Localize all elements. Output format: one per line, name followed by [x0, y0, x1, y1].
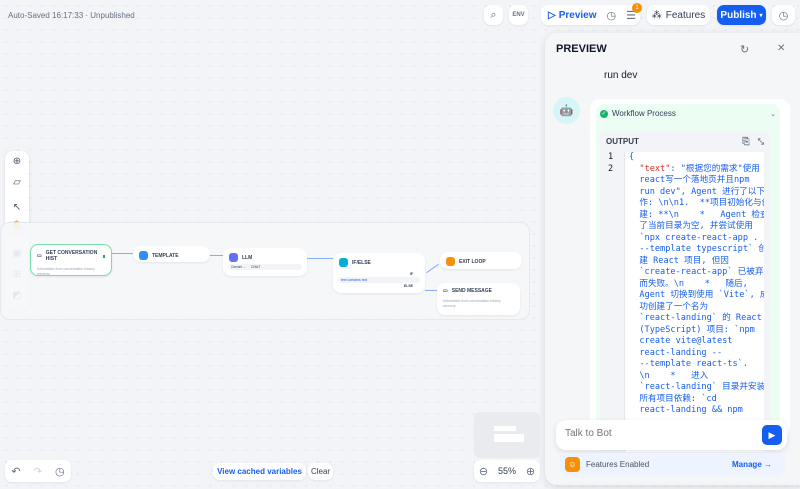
code-line: react写一个落地页并且npm — [629, 175, 750, 185]
zoom-out-icon[interactable]: ⊖ — [479, 465, 488, 478]
code-line: --template react-ts`. — [629, 359, 748, 369]
node-template[interactable]: TEMPLATE — [133, 246, 210, 262]
code-line: 了当前目录为空, 并尝试使用 — [629, 221, 753, 231]
code-line: \n * 进入 — [629, 370, 709, 381]
code-line: `react-landing` 的 React — [629, 313, 762, 323]
code-line: 而失败。\n * 随后, — [629, 278, 748, 289]
code-line: 建 React 项目, 但因 — [629, 255, 729, 266]
code-output: { "text": "根据您的需求"使用 react写一个落地页并且npm ru… — [624, 152, 764, 452]
check-circle-icon: ✓ — [600, 109, 608, 118]
close-icon[interactable]: ✕ — [777, 43, 785, 54]
undo-icon[interactable]: ↶ — [11, 465, 20, 478]
history-icon: ◷ — [778, 9, 789, 22]
preview-panel: PREVIEW ↻ ✕ run dev 🤖 ✓ Workflow Process… — [545, 33, 800, 485]
bot-message: ✓ Workflow Process ⌄ OUTPUT ⎘ ⤡ 12 { "te… — [590, 99, 790, 452]
zoom-level[interactable]: 55% — [498, 466, 516, 476]
undo-redo-group: ↶ ↷ ◷ — [5, 460, 71, 482]
send-icon: ▶ — [768, 430, 776, 440]
code-line: { — [629, 152, 635, 162]
preview-title: PREVIEW — [556, 43, 607, 55]
features-enabled-bar: ☺ Features Enabled Manage → — [560, 453, 785, 476]
line-number: 2 — [608, 163, 614, 174]
redo-icon[interactable]: ↷ — [33, 465, 42, 478]
node-if-else[interactable]: IF/ELSE IF text contains text ELSE — [333, 253, 425, 293]
version-history-button[interactable]: ◷ — [772, 5, 795, 25]
code-line: 功创建了一个名为 — [629, 301, 709, 312]
code-line: create vite@latest — [629, 336, 733, 346]
features-button[interactable]: ⁂ Features — [647, 5, 710, 25]
clear-button[interactable]: Clear — [308, 463, 333, 480]
code-line: `react-landing` 目录并安装了 — [629, 382, 764, 392]
add-node-icon[interactable]: ⊕ — [6, 156, 28, 167]
output-box: OUTPUT ⎘ ⤡ 12 { "text": "根据您的需求"使用 react… — [600, 131, 770, 452]
copy-icon[interactable]: ⎘ — [742, 136, 749, 147]
code-line: --template typescript` 创 — [629, 244, 764, 254]
message-icon: ▭ — [37, 253, 42, 259]
minimap[interactable] — [474, 412, 540, 458]
chat-input[interactable]: ▶ — [556, 420, 787, 450]
line-number: 1 — [608, 152, 614, 162]
code-line: 作: \n\n1. **项目初始化与创 — [629, 198, 764, 208]
view-cached-variables-button[interactable]: View cached variables — [213, 463, 306, 480]
features-icon: ☺ — [565, 457, 580, 472]
play-icon: ▷ — [548, 9, 556, 21]
code-line: Agent 切换到使用 `Vite`, 成 — [629, 290, 764, 300]
code-line: react-landing && npm — [629, 405, 743, 415]
features-icon: ⁂ — [651, 9, 662, 21]
checklist-badge: 1 — [632, 3, 642, 13]
exit-loop-icon — [446, 257, 455, 266]
run-history-icon[interactable]: ◷ — [607, 9, 617, 22]
manage-link[interactable]: Manage → — [732, 460, 772, 469]
code-line: (TypeScript) 项目: `npm — [629, 324, 755, 335]
chevron-down-icon: ⌄ — [770, 110, 776, 118]
chevron-down-icon: ▾ — [759, 12, 763, 19]
code-line: `npx create-react-app . — [629, 232, 759, 243]
code-line: react-landing -- — [629, 347, 723, 358]
node-send-message[interactable]: ▭ SEND MESSAGE Information from conversat… — [437, 283, 520, 315]
send-button[interactable]: ▶ — [762, 425, 782, 445]
workflow-process-bar[interactable]: ✓ Workflow Process ⌄ OUTPUT ⎘ ⤡ 12 { "te… — [596, 104, 780, 452]
env-icon: ENV — [512, 12, 525, 18]
code-line: 建: **\n * Agent 检查 — [629, 209, 764, 220]
zoom-in-icon[interactable]: ⊕ — [526, 465, 535, 478]
env-button[interactable]: ENV — [509, 5, 528, 25]
pointer-icon[interactable]: ↖ — [6, 202, 28, 213]
refresh-icon[interactable]: ↻ — [740, 43, 749, 56]
save-status: Auto-Saved 16:17:33 · Unpublished — [8, 11, 135, 20]
publish-button[interactable]: Publish ▾ — [717, 5, 766, 25]
message-icon: ▭ — [443, 288, 448, 294]
node-llm[interactable]: LLM Gemini ... CHAT — [223, 248, 307, 276]
code-line: 所有项目依赖: `cd — [629, 393, 717, 404]
history-icon[interactable]: ◷ — [55, 465, 65, 478]
branch-icon — [339, 258, 348, 267]
code-line: run dev", Agent 进行了以下操 — [629, 186, 764, 197]
user-message: run dev — [604, 70, 638, 81]
code-line: "text": "根据您的需求"使用 — [629, 163, 760, 174]
bot-avatar: 🤖 — [553, 97, 580, 124]
code-line: `create-react-app` 已被弃用 — [629, 267, 764, 277]
talk-to-bot-input[interactable] — [565, 428, 745, 439]
preview-group: ▷ Preview ◷ ☰ — [541, 5, 640, 25]
zoom-controls: ⊖ 55% ⊕ — [474, 460, 540, 482]
node-exit-loop[interactable]: EXIT LOOP — [440, 252, 522, 269]
preview-button[interactable]: ▷ Preview — [548, 10, 597, 21]
line-numbers: 12 — [600, 152, 624, 452]
node-get-conversation-history[interactable]: ▭ GET CONVERSATION HIST Information from … — [30, 244, 112, 276]
template-icon — [139, 251, 148, 260]
collapse-icon[interactable]: ⤡ — [758, 137, 764, 147]
chat-variable-icon: ⌕ — [490, 8, 497, 21]
llm-icon — [229, 253, 238, 262]
env-variables-button[interactable]: ⌕ — [484, 5, 503, 25]
add-note-icon[interactable]: ▱ — [6, 177, 28, 188]
